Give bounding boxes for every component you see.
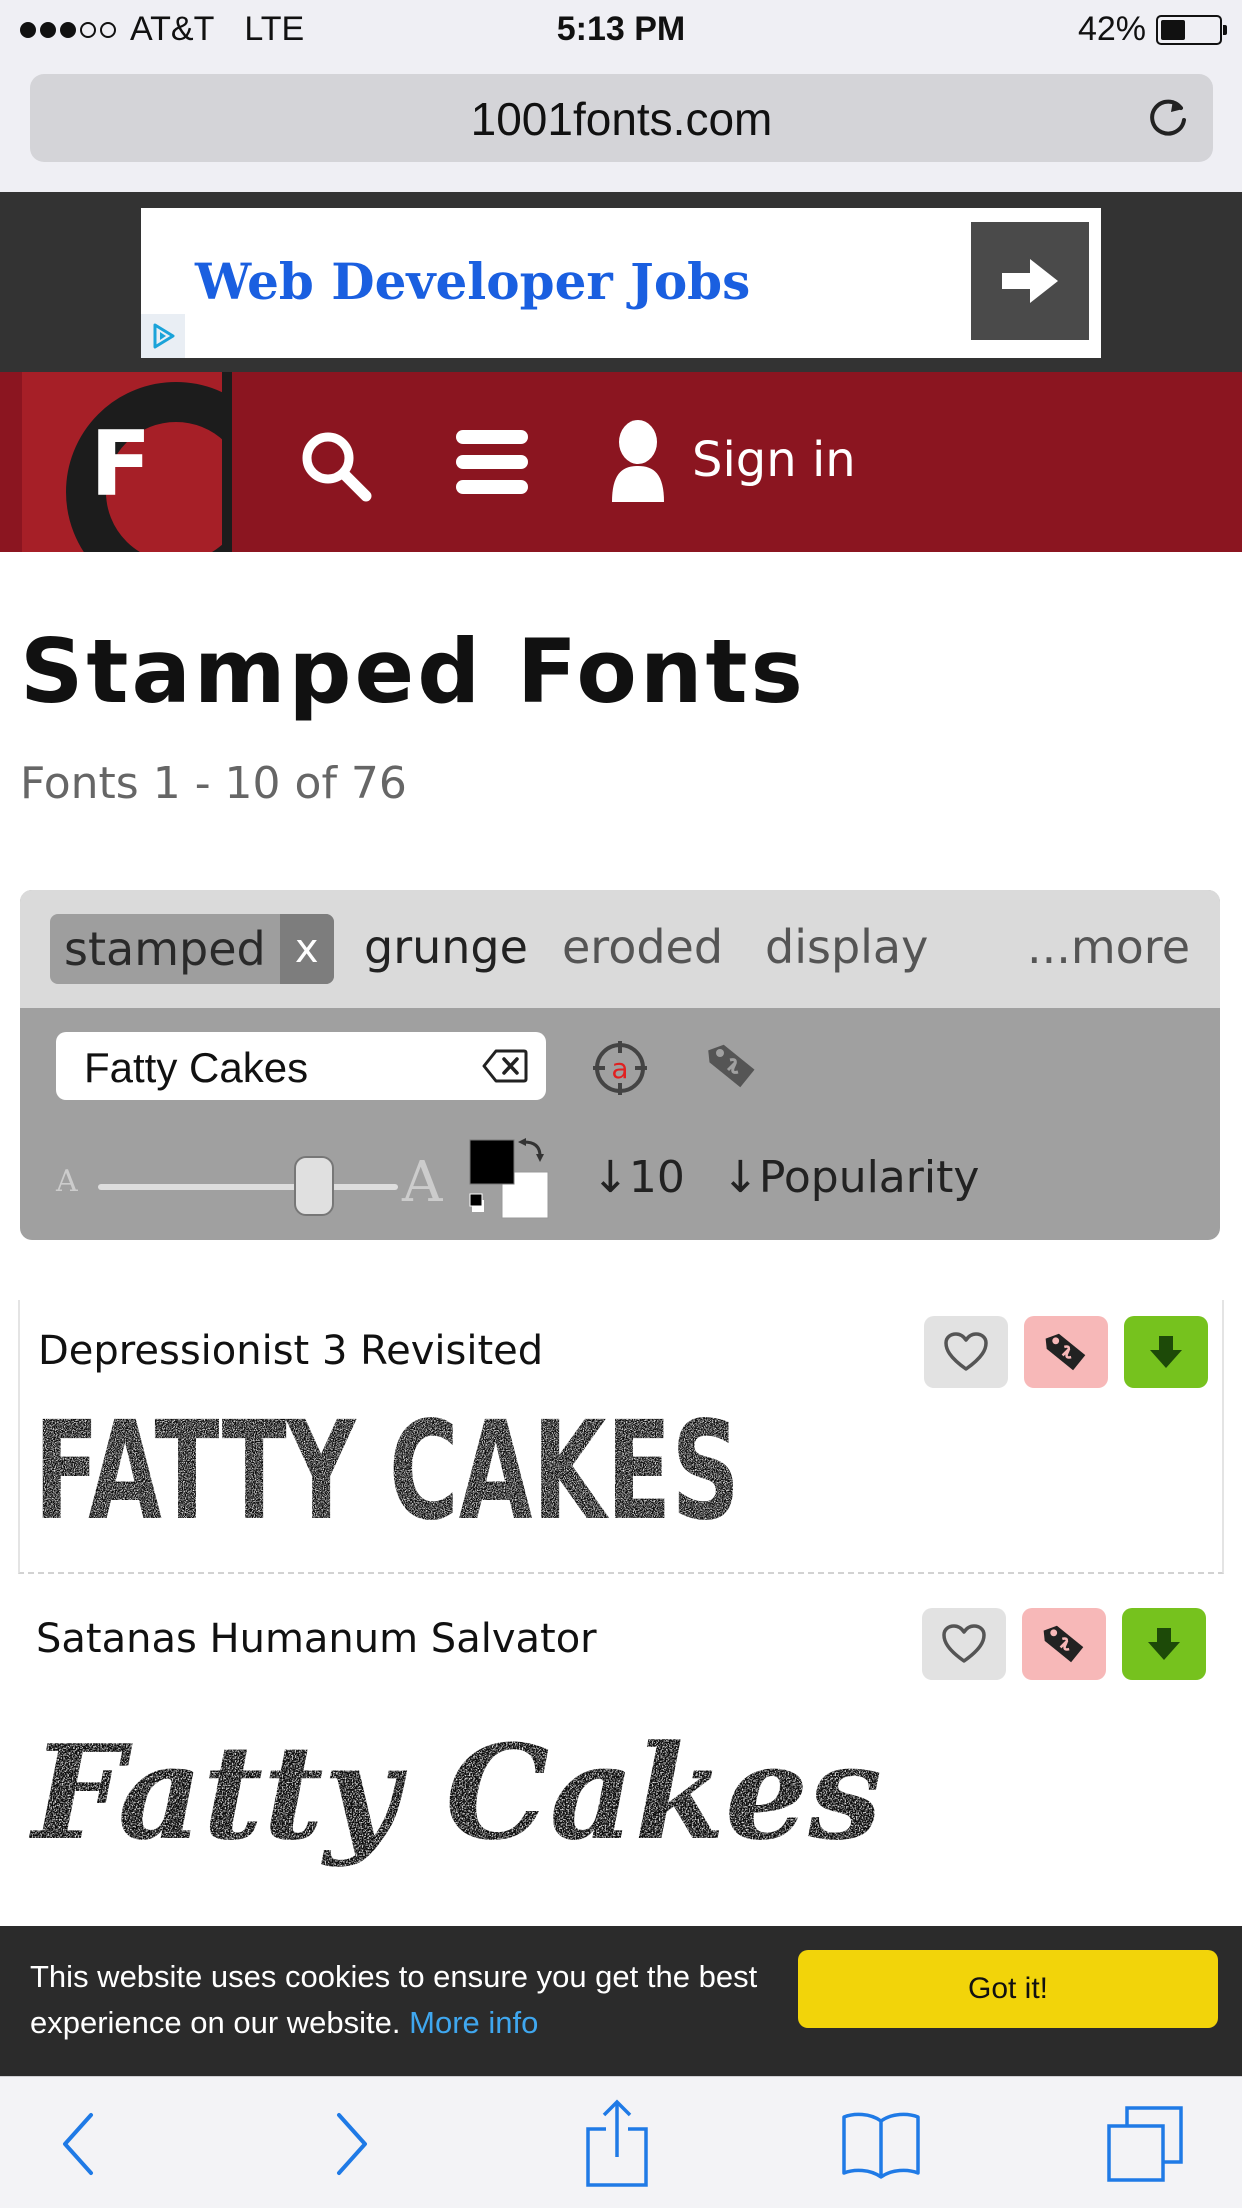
price-tag-icon	[1045, 1333, 1086, 1371]
site-header: F Sign in	[0, 372, 1242, 552]
search-icon[interactable]	[296, 426, 376, 506]
battery-fill	[1161, 19, 1185, 40]
order-sort[interactable]: ↓Popularity	[722, 1152, 979, 1203]
per-page-value: 10	[628, 1152, 685, 1203]
font-card: Satanas Humanum Salvator Fatty Cakes	[18, 1592, 1224, 1892]
font-name[interactable]: Satanas Humanum Salvator	[36, 1616, 597, 1662]
font-card: Depressionist 3 Revisited FATTY CAKES	[18, 1300, 1224, 1574]
battery-icon	[1156, 14, 1227, 45]
cookie-message: This website uses cookies to ensure you …	[30, 1954, 790, 2046]
share-icon	[586, 2099, 648, 2187]
book-icon	[842, 2112, 920, 2179]
download-button[interactable]	[1122, 1608, 1206, 1680]
tag-row: stamped x grunge eroded display ...more	[20, 890, 1220, 1008]
cookie-message-text: This website uses cookies to ensure you …	[30, 1959, 758, 2040]
status-time: 5:13 PM	[556, 10, 686, 48]
menu-icon[interactable]	[454, 424, 530, 500]
heart-icon	[944, 1332, 988, 1371]
font-preview[interactable]: Fatty Cakes	[18, 1688, 898, 1888]
commercial-license-button[interactable]	[1022, 1608, 1106, 1680]
sign-in-link[interactable]: Sign in	[692, 432, 856, 488]
character-map-icon[interactable]: a	[592, 1040, 648, 1096]
clear-input-icon[interactable]	[482, 1048, 528, 1084]
color-swap-icon[interactable]	[468, 1138, 552, 1222]
tag-grunge[interactable]: grunge	[364, 920, 528, 974]
filter-panel: stamped x grunge eroded display ...more …	[20, 890, 1220, 1240]
font-preview-text: FATTY CAKES	[34, 1396, 740, 1536]
font-name[interactable]: Depressionist 3 Revisited	[38, 1328, 543, 1374]
chevron-left-icon	[63, 2113, 93, 2175]
cookie-accept-button[interactable]: Got it!	[798, 1950, 1218, 2028]
user-icon[interactable]	[608, 416, 668, 506]
heart-icon	[942, 1624, 986, 1663]
slider-large-a: A	[402, 1150, 443, 1215]
browser-address-area: 1001fonts.com	[0, 62, 1242, 192]
share-button[interactable]	[572, 2099, 662, 2189]
reload-icon[interactable]	[1145, 94, 1191, 140]
download-button[interactable]	[1124, 1316, 1208, 1388]
ad-arrow-button[interactable]	[971, 222, 1089, 340]
active-tag[interactable]: stamped x	[50, 914, 334, 984]
ad-banner[interactable]: Web Developer Jobs	[141, 208, 1101, 358]
favorite-button[interactable]	[924, 1316, 1008, 1388]
font-size-slider[interactable]: A A	[56, 1150, 446, 1216]
cookie-more-info-link[interactable]: More info	[409, 2005, 538, 2040]
status-right: 42%	[1077, 10, 1227, 49]
preview-text-value[interactable]: Fatty Cakes	[84, 1044, 308, 1092]
tabs-icon	[1107, 2106, 1183, 2182]
preview-text-input[interactable]: Fatty Cakes	[56, 1032, 546, 1100]
tag-eroded[interactable]: eroded	[562, 920, 723, 974]
per-page-sort[interactable]: ↓10	[592, 1152, 685, 1203]
logo-edge	[222, 372, 232, 552]
slider-track[interactable]	[98, 1184, 398, 1190]
remove-tag-button[interactable]: x	[279, 914, 334, 984]
commercial-license-button[interactable]	[1024, 1316, 1108, 1388]
font-preview-text: Fatty Cakes	[28, 1716, 882, 1869]
back-button[interactable]	[32, 2099, 122, 2189]
bookmarks-button[interactable]	[836, 2099, 926, 2189]
cookie-banner: This website uses cookies to ensure you …	[0, 1926, 1242, 2076]
sort-arrow-icon: ↓	[592, 1152, 629, 1203]
arrow-right-icon	[1002, 259, 1058, 303]
url-text[interactable]: 1001fonts.com	[30, 92, 1213, 146]
favorite-button[interactable]	[922, 1608, 1006, 1680]
tabs-button[interactable]	[1100, 2099, 1190, 2189]
ad-area: Web Developer Jobs	[0, 192, 1242, 372]
forward-button[interactable]	[308, 2099, 398, 2189]
price-tag-icon	[1043, 1625, 1084, 1663]
battery-percent: 42%	[1077, 10, 1146, 48]
download-arrow-icon	[1150, 1336, 1182, 1368]
ad-choices-icon[interactable]	[141, 314, 185, 358]
browser-toolbar	[0, 2076, 1242, 2208]
logo-letter: F	[90, 412, 152, 517]
status-bar: AT&T LTE 5:13 PM 42%	[0, 0, 1242, 62]
site-logo[interactable]: F	[22, 372, 232, 552]
price-tag-icon[interactable]	[704, 1038, 760, 1094]
ad-headline[interactable]: Web Developer Jobs	[195, 252, 750, 311]
play-triangle-icon	[153, 323, 175, 349]
address-bar[interactable]: 1001fonts.com	[30, 74, 1213, 162]
page-title: Stamped Fonts	[20, 620, 806, 723]
char-icon-letter: a	[611, 1052, 628, 1085]
active-tag-label: stamped	[64, 922, 266, 976]
tag-display[interactable]: display	[765, 920, 928, 974]
result-count: Fonts 1 - 10 of 76	[20, 758, 407, 809]
download-arrow-icon	[1148, 1628, 1180, 1660]
more-tags-link[interactable]: ...more	[1027, 920, 1190, 974]
chevron-right-icon	[337, 2113, 367, 2175]
slider-thumb[interactable]	[294, 1156, 334, 1216]
sort-order-value: Popularity	[758, 1152, 980, 1203]
sort-arrow-icon: ↓	[722, 1152, 759, 1203]
slider-small-a: A	[56, 1164, 78, 1199]
font-preview[interactable]: FATTY CAKES	[20, 1396, 760, 1536]
